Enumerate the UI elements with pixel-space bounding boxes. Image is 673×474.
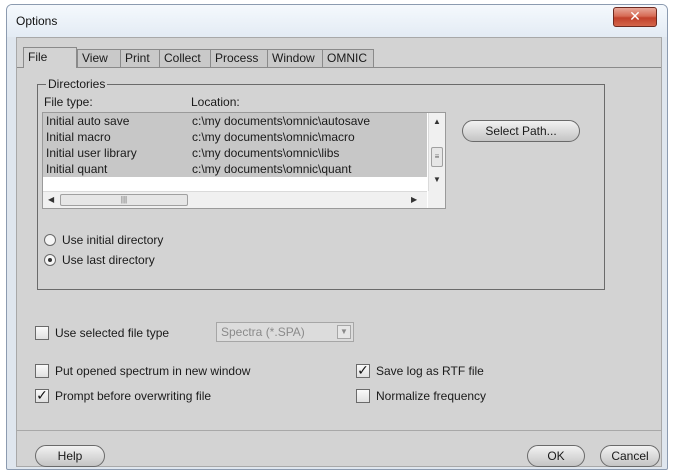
scroll-up-icon[interactable]: ▲ [433,117,441,126]
tab-print[interactable]: Print [120,49,160,67]
checkbox[interactable] [35,326,49,340]
tab-process[interactable]: Process [210,49,268,67]
checkbox[interactable] [35,364,49,378]
tab-omnic[interactable]: OMNIC [322,49,374,67]
select-path-button[interactable]: Select Path... [462,120,580,142]
radio-button[interactable] [44,234,56,246]
footer-divider [17,430,661,431]
list-item[interactable]: Initial auto save c:\my documents\omnic\… [43,113,427,129]
vertical-scroll-thumb[interactable]: ≡ [431,147,443,167]
file-type-select[interactable]: Spectra (*.SPA) ▼ [216,322,354,342]
close-icon: ✕ [629,9,641,25]
file-type-header: File type: [44,95,93,109]
radio-label: Use last directory [62,253,155,267]
directories-list[interactable]: Initial auto save c:\my documents\omnic\… [42,112,446,209]
file-type-cell: Initial user library [46,146,137,160]
check-icon[interactable]: ✓ [35,389,49,403]
grip-icon: ≡ [434,152,440,161]
ok-button[interactable]: OK [527,445,585,467]
scroll-right-icon[interactable]: ▶ [411,195,417,204]
scrollbar-corner [428,191,445,208]
file-tab-panel: Directories File type: Location: Initial… [17,67,661,429]
directories-group: Directories File type: Location: Initial… [37,77,605,290]
list-item[interactable]: Initial user library c:\my documents\omn… [43,145,427,161]
file-type-cell: Initial auto save [46,114,130,128]
checkbox-label: Save log as RTF file [376,364,484,378]
location-cell: c:\my documents\omnic\libs [192,146,340,160]
dialog-client-area: View Print Collect Process Window OMNIC … [16,37,662,467]
file-type-cell: Initial macro [46,130,111,144]
list-item[interactable]: Initial macro c:\my documents\omnic\macr… [43,129,427,145]
radio-button[interactable] [44,254,56,266]
location-cell: c:\my documents\omnic\autosave [192,114,371,128]
tab-view[interactable]: View [77,49,123,67]
checkbox-label: Use selected file type [55,326,170,340]
cancel-button[interactable]: Cancel [600,445,660,467]
tab-window[interactable]: Window [267,49,323,67]
checkbox[interactable] [356,389,370,403]
scroll-left-icon[interactable]: ◀ [48,195,54,204]
grip-icon: ||| [120,195,128,204]
directories-legend: Directories [46,77,108,91]
tab-collect[interactable]: Collect [159,49,211,67]
checkbox-label: Put opened spectrum in new window [55,364,251,378]
scroll-down-icon[interactable]: ▼ [433,175,441,184]
select-value: Spectra (*.SPA) [221,325,305,339]
horizontal-scrollbar[interactable]: ◀ ||| ▶ [43,191,427,208]
checkbox-label: Normalize frequency [376,389,487,403]
help-button[interactable]: Help [35,445,105,467]
location-cell: c:\my documents\omnic\quant [192,162,352,176]
title-bar: Options ✕ [7,5,667,37]
close-button[interactable]: ✕ [613,7,657,27]
checkbox-label: Prompt before overwriting file [55,389,212,403]
chevron-down-icon[interactable]: ▼ [337,325,351,339]
tab-file[interactable]: File [23,47,77,68]
vertical-scrollbar[interactable]: ▲ ≡ ▼ [428,113,445,191]
window-title: Options [16,14,58,28]
location-cell: c:\my documents\omnic\macro [192,130,355,144]
check-icon[interactable]: ✓ [356,364,370,378]
location-header: Location: [191,95,240,109]
file-type-cell: Initial quant [46,162,108,176]
horizontal-scroll-thumb[interactable]: ||| [60,194,188,206]
radio-label: Use initial directory [62,233,164,247]
options-dialog: Options ✕ View Print Collect Process Win… [6,4,668,470]
list-item[interactable]: Initial quant c:\my documents\omnic\quan… [43,161,427,177]
